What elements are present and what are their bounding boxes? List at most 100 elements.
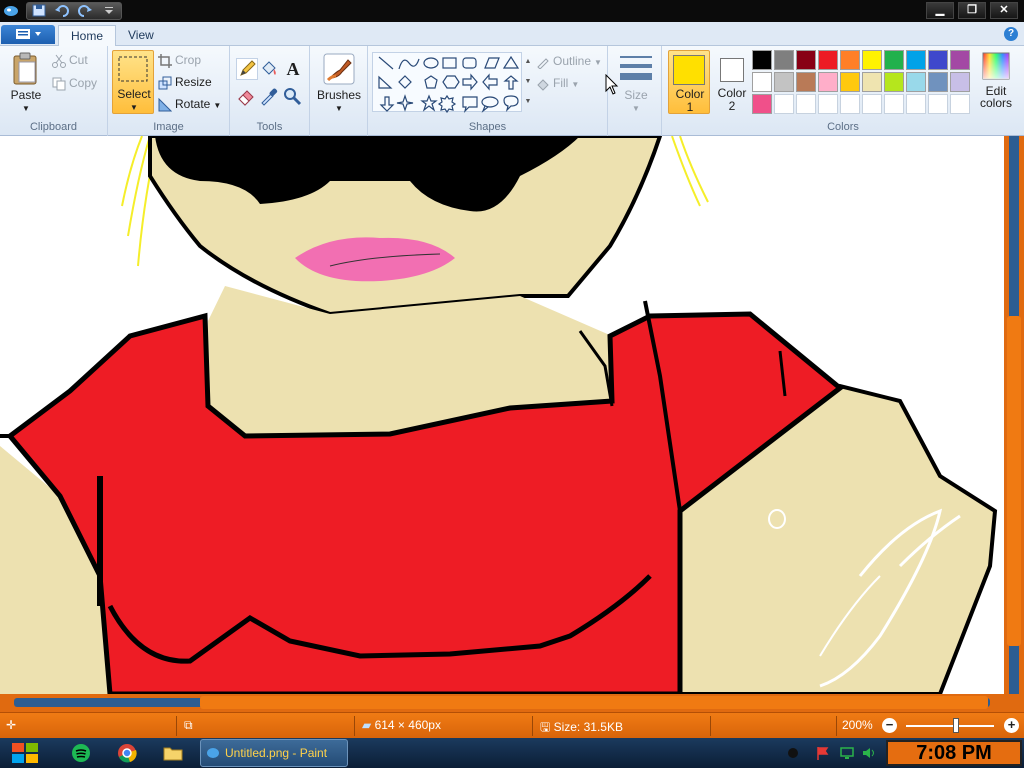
brushes-label: Brushes [316,88,362,102]
taskbar-clock[interactable]: 7:08 PM [886,740,1022,766]
eyedropper-icon [261,88,278,106]
tab-view[interactable]: View [116,25,166,46]
color2-button[interactable]: Color 2 [712,50,752,114]
text-tool-icon[interactable]: A [282,58,304,80]
action-center-flag-icon[interactable] [816,746,830,760]
color-picker-tool-button[interactable] [259,86,281,108]
customize-qat-dropdown-icon[interactable] [99,4,119,19]
paint-app-icon[interactable] [3,4,19,18]
palette-color-swatch[interactable] [818,72,838,92]
shapes-group: ▲ ▼ ▼ Outline ▼ Fill ▼ Shapes [368,46,608,136]
palette-color-swatch[interactable] [884,72,904,92]
color2-label: Color [717,86,747,100]
palette-color-swatch[interactable] [752,94,772,114]
color2-number: 2 [728,99,736,113]
palette-color-swatch[interactable] [906,50,926,70]
zoom-out-button[interactable]: − [882,718,897,733]
palette-custom-empty-swatch[interactable] [862,94,882,114]
file-explorer-icon[interactable] [162,742,184,764]
drawing-canvas[interactable] [0,136,1004,694]
paint-menu-button[interactable] [1,25,55,44]
cut-button[interactable]: Cut [52,53,88,68]
palette-color-swatch[interactable] [840,50,860,70]
palette-custom-empty-swatch[interactable] [818,94,838,114]
palette-custom-empty-swatch[interactable] [906,94,926,114]
fill-tool-button[interactable] [259,58,281,80]
shapes-scroll-control[interactable]: ▲ ▼ ▼ [523,52,533,112]
redo-icon[interactable] [75,4,95,19]
chrome-icon[interactable] [116,742,138,764]
palette-custom-empty-swatch[interactable] [774,94,794,114]
resize-icon [158,76,172,90]
palette-color-swatch[interactable] [862,50,882,70]
palette-custom-empty-swatch[interactable] [884,94,904,114]
spotify-icon[interactable] [70,742,92,764]
palette-color-swatch[interactable] [796,72,816,92]
magnifier-tool-button[interactable] [282,86,304,108]
paste-label: Paste [10,88,42,102]
resize-label: Resize [175,75,212,89]
help-icon[interactable]: ? [1004,27,1018,41]
color1-button[interactable]: Color 1 [668,50,710,114]
palette-custom-empty-swatch[interactable] [950,94,970,114]
palette-color-swatch[interactable] [774,72,794,92]
cut-label: Cut [69,53,88,67]
taskbar-paint-task[interactable]: Untitled.png - Paint [200,739,348,767]
paste-button[interactable]: Paste ▼ [6,50,46,113]
copy-button[interactable]: Copy [52,76,97,91]
edit-colors-button[interactable]: Edit colors [974,50,1018,114]
shapes-group-label: Shapes [468,121,507,133]
image-dimensions: ▰ 614 × 460px [362,718,441,732]
windows-start-icon[interactable] [10,739,42,767]
undo-icon[interactable] [52,4,72,19]
select-button[interactable]: Select ▼ [112,50,154,114]
brushes-button[interactable]: Brushes ▼ [314,50,364,114]
crop-button[interactable]: Crop [158,53,201,68]
palette-custom-empty-swatch[interactable] [796,94,816,114]
crop-label: Crop [175,53,202,67]
minimize-button[interactable]: ▁ [926,2,954,19]
palette-color-swatch[interactable] [950,50,970,70]
palette-color-swatch[interactable] [862,72,882,92]
palette-color-swatch[interactable] [752,72,772,92]
vertical-scroll-thumb[interactable] [1007,316,1021,646]
outline-button[interactable]: Outline ▼ [536,54,602,69]
palette-color-swatch[interactable] [928,72,948,92]
zoom-slider-track[interactable] [906,725,994,727]
palette-custom-empty-swatch[interactable] [840,94,860,114]
close-button[interactable]: ✕ [990,2,1018,19]
horizontal-scroll-thumb[interactable] [200,696,988,709]
pencil-tool-button[interactable] [236,58,258,80]
ribbon-tabs: Home View ? [0,22,1024,46]
tab-home[interactable]: Home [58,25,117,46]
resize-button[interactable]: Resize [158,75,212,90]
rotate-button[interactable]: Rotate ▼ [158,97,221,112]
size-button[interactable]: Size ▼ [614,50,658,114]
maximize-button[interactable]: ❐ [958,2,986,19]
save-icon[interactable] [29,4,49,19]
palette-color-swatch[interactable] [906,72,926,92]
vertical-scrollbar[interactable] [1004,136,1024,694]
palette-color-swatch[interactable] [884,50,904,70]
tray-record-icon[interactable] [788,748,798,758]
palette-color-swatch[interactable] [928,50,948,70]
palette-color-swatch[interactable] [950,72,970,92]
palette-color-swatch[interactable] [818,50,838,70]
magnifier-icon [284,88,302,106]
eraser-tool-button[interactable] [236,86,258,108]
palette-color-swatch[interactable] [840,72,860,92]
shape-fill-icon [537,79,549,91]
zoom-slider-thumb[interactable] [953,718,959,733]
zoom-in-button[interactable]: + [1004,718,1019,733]
status-separator [532,716,533,736]
palette-color-swatch[interactable] [774,50,794,70]
network-icon[interactable] [840,746,854,760]
palette-color-swatch[interactable] [796,50,816,70]
palette-custom-empty-swatch[interactable] [928,94,948,114]
horizontal-scrollbar[interactable] [0,694,1024,712]
shapes-gallery[interactable] [372,52,522,114]
clipboard-group-label: Clipboard [29,121,78,133]
palette-color-swatch[interactable] [752,50,772,70]
fill-button[interactable]: Fill ▼ [536,76,579,91]
volume-icon[interactable] [862,746,876,760]
